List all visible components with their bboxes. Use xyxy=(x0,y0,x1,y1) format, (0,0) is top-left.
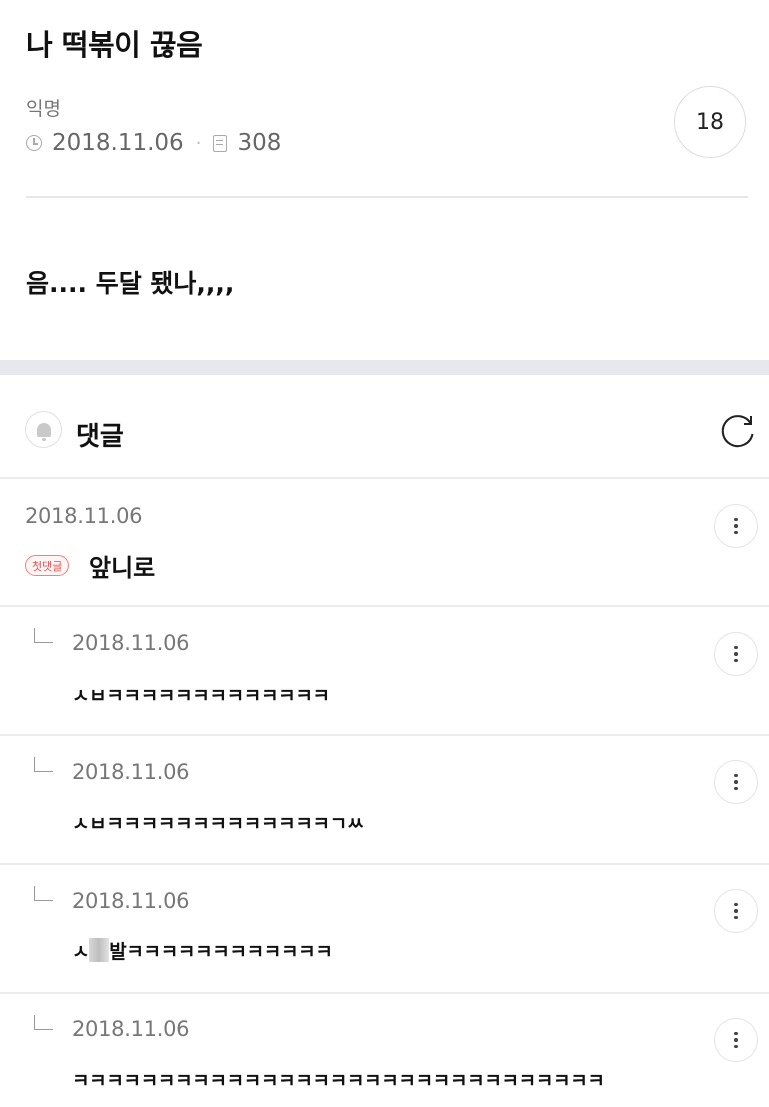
reply-text: 발ㅋㅋㅋㅋㅋㅋㅋㅋㅋㅋㅋㅋ xyxy=(109,941,333,963)
reply-date: 2018.11.06 xyxy=(72,760,190,784)
comment-count-button[interactable]: 18 xyxy=(674,86,746,158)
post-header: 나 떡볶이 끊음 익명 2018.11.06 · 308 18 xyxy=(0,0,769,198)
comment-more-button[interactable] xyxy=(714,760,758,804)
divider xyxy=(0,605,769,607)
comment-more-button[interactable] xyxy=(714,632,758,676)
divider xyxy=(26,196,748,198)
divider xyxy=(0,477,769,479)
reply-text-row: ㅅ 발ㅋㅋㅋㅋㅋㅋㅋㅋㅋㅋㅋㅋ xyxy=(72,937,333,964)
reply-text-prefix: ㅅ xyxy=(72,941,90,963)
comment-more-button[interactable] xyxy=(714,1018,758,1062)
clock-icon xyxy=(26,135,42,151)
reply-date: 2018.11.06 xyxy=(72,889,190,913)
reply-date: 2018.11.06 xyxy=(72,1017,190,1041)
blurred-censor xyxy=(89,938,110,962)
views-icon xyxy=(213,134,228,152)
post-date: 2018.11.06 xyxy=(52,130,184,156)
divider xyxy=(0,734,769,736)
divider xyxy=(0,992,769,994)
reply-date: 2018.11.06 xyxy=(72,631,190,655)
reply-arrow-icon xyxy=(34,1015,53,1030)
reply-text: ㅋㅋㅋㅋㅋㅋㅋㅋㅋㅋㅋㅋㅋㅋㅋㅋㅋㅋㅋㅋㅋㅋㅋㅋㅋㅋㅋㅋㅋㅋㅋ xyxy=(72,1070,605,1092)
comment-more-button[interactable] xyxy=(714,504,758,548)
reply-arrow-icon xyxy=(34,628,53,643)
first-comment-badge: 첫댓글 xyxy=(25,555,70,576)
refresh-icon[interactable] xyxy=(718,410,758,450)
post-views: 308 xyxy=(237,130,282,156)
meta-separator: · xyxy=(195,132,202,154)
section-gap xyxy=(0,360,769,375)
post-meta: 2018.11.06 · 308 xyxy=(26,130,281,156)
post-author: 익명 xyxy=(26,98,61,120)
reply-text: ㅅㅂㅋㅋㅋㅋㅋㅋㅋㅋㅋㅋㅋㅋㅋㄱㅆ xyxy=(72,813,365,835)
comment-date: 2018.11.06 xyxy=(25,504,143,528)
comments-label: 댓글 xyxy=(76,422,124,452)
divider xyxy=(0,863,769,865)
comment-more-button[interactable] xyxy=(714,889,758,933)
post-title: 나 떡볶이 끊음 xyxy=(26,28,203,62)
reply-arrow-icon xyxy=(34,757,53,772)
reply-text: ㅅㅂㅋㅋㅋㅋㅋㅋㅋㅋㅋㅋㅋㅋㅋ xyxy=(72,685,330,707)
notification-button[interactable] xyxy=(25,411,62,448)
reply-arrow-icon xyxy=(34,886,53,901)
comment-text: 앞니로 xyxy=(89,554,156,582)
post-body: 음.... 두달 됐나,,,, xyxy=(26,269,235,298)
bell-icon xyxy=(36,422,51,441)
